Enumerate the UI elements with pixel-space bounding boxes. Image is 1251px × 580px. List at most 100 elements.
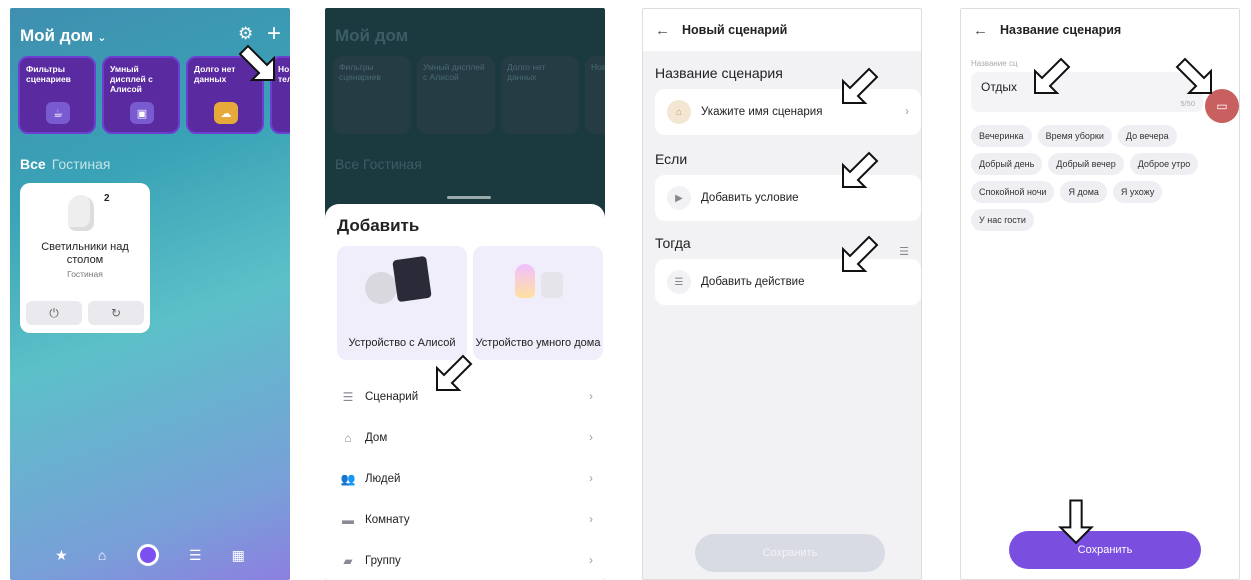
scenario-cards: Фильтры сценариев Умный дисплей с Алисой… [333,56,605,134]
people-icon: 👥 [340,471,356,486]
room-icon: ▬ [342,512,354,527]
sheet-handle[interactable] [447,196,491,199]
save-button[interactable]: Сохранить [1009,531,1201,569]
home-title[interactable]: Мой дом ⌄ [20,26,106,46]
refresh-button[interactable]: ↻ [88,301,144,325]
card: Фильтры сценариев [333,56,411,134]
cloud-icon: ☁ [214,102,238,124]
chevron-right-icon: › [589,513,593,526]
card-label: Долго нет данных [194,64,236,84]
bottom-nav: ★ ⌂ ☰ ▦ [10,544,290,566]
header: ← Новый сценарий [643,9,921,51]
chevron-right-icon: › [589,472,593,485]
add-action-label: Добавить действие [701,276,805,288]
name-placeholder: Укажите имя сценария [701,106,823,118]
pointer-arrow-icon [232,38,278,84]
chevron-down-icon: ⌄ [97,32,107,44]
page-title: Название сценария [1000,23,1122,37]
menu-label: Группу [365,554,401,567]
play-icon: ▶ [667,186,691,210]
scenario-icon: ☰ [667,270,691,294]
device-room: Гостиная [67,269,103,279]
pointer-arrow-icon [1031,51,1077,97]
plug-icon [541,272,563,298]
device-card[interactable]: 2 Светильники над столом Гостиная ⏻ ↻ [20,183,150,333]
card-filters[interactable]: Фильтры сценариев ☕ [18,56,96,134]
suggestion-chip[interactable]: До вечера [1117,125,1177,147]
room-tabs: Все Гостиная [335,156,422,172]
menu-label: Людей [365,472,401,485]
suggestion-chip[interactable]: Добрый день [971,153,1043,175]
chevron-right-icon: › [589,431,593,444]
speaker-icon [365,272,397,304]
card-label: Умный дисплей с Алисой [110,64,153,94]
menu-item-people[interactable]: 👥 Людей › [325,458,605,499]
sheet-title: Добавить [337,216,420,235]
instruction-screens: Мой дом ⌄ ⚙ + Фильтры сценариев ☕ Умный ди… [0,0,1251,580]
chevron-right-icon: › [905,106,909,118]
bulb-icon [68,195,94,231]
card-label: Фильтры сценариев [26,64,71,84]
suggestion-chip[interactable]: Я ухожу [1112,181,1163,203]
room-tabs: Все Гостиная [20,156,110,172]
section-if-title: Если [655,151,688,167]
house-icon: ⌂ [667,100,691,124]
list-filter-icon[interactable]: ☰ [899,245,909,258]
page-title: Новый сценарий [682,23,788,37]
device-count: 2 [104,193,110,204]
suggestion-chip[interactable]: У нас гости [971,209,1034,231]
scenes-icon[interactable]: ☰ [189,547,202,564]
section-name-title: Название сценария [655,65,783,81]
power-button[interactable]: ⏻ [26,301,82,325]
menu-label: Комнату [365,513,410,526]
new-scenario-screen: ← Новый сценарий Название сценария ⌂ Ука… [642,8,922,580]
scenario-name-screen: ← Название сценария Название сц Отдых 5/… [960,8,1240,580]
menu-item-room[interactable]: ▬ Комнату › [325,499,605,540]
menu-item-group[interactable]: ▰ Группу › [325,540,605,580]
suggestion-chip[interactable]: Добрый вечер [1048,153,1124,175]
display-icon [392,255,432,303]
tab-all[interactable]: Все [20,156,46,172]
char-counter: 5/50 [1180,99,1195,108]
save-button[interactable]: Сохранить [695,534,885,572]
back-arrow-icon[interactable]: ← [973,22,988,39]
chevron-right-icon: › [589,554,593,567]
card: Нов [585,56,605,134]
folder-icon: ▰ [343,553,353,568]
suggestion-chip[interactable]: Доброе утро [1129,153,1199,175]
chevron-right-icon: › [589,390,593,403]
section-then-title: Тогда [655,235,691,251]
grid-icon[interactable]: ▦ [232,547,245,564]
tile-smart-home-device[interactable]: Устройство умного дома [473,246,603,360]
card-smart-display[interactable]: Умный дисплей с Алисой ▣ [102,56,180,134]
suggestion-chip[interactable]: Я дома [1060,181,1107,203]
home-screen: Мой дом ⌄ ⚙ + Фильтры сценариев ☕ Умный ди… [10,8,290,580]
home-title-text: Мой дом [20,26,94,45]
card: Умный дисплей с Алисой [417,56,495,134]
cup-icon: ☕ [46,102,70,124]
card: Долго нет данных [501,56,579,134]
menu-label: Сценарий [365,390,419,403]
home-icon[interactable]: ⌂ [98,547,106,563]
menu-label: Дом [365,431,388,444]
alice-button[interactable] [136,544,159,566]
suggestion-chip[interactable]: Время уборки [1037,125,1112,147]
device-name: Светильники над столом [41,241,129,266]
header: ← Название сценария [961,9,1239,51]
menu-item-home[interactable]: ⌂ Дом › [325,417,605,458]
tab-all: Все [335,156,360,172]
suggestion-chip[interactable]: Спокойной ночи [971,181,1055,203]
pointer-arrow-icon [839,229,885,275]
suggestion-chip[interactable]: Вечеринка [971,125,1032,147]
tab-living-room[interactable]: Гостиная [52,156,111,172]
add-sheet-screen: Мой дом Фильтры сценариев Умный дисплей … [325,8,605,580]
star-icon[interactable]: ★ [55,547,68,564]
pointer-arrow-icon [839,61,885,107]
device-controls: ⏻ ↻ [26,301,144,325]
pointer-arrow-icon [433,348,479,394]
tile-alice-device[interactable]: Устройство с Алисой [337,246,467,360]
add-condition-label: Добавить условие [701,192,799,204]
back-arrow-icon[interactable]: ← [655,22,670,39]
name-suggestions: Вечеринка Время уборки До вечера Добрый … [971,125,1231,231]
tab-living-room: Гостиная [363,156,422,172]
